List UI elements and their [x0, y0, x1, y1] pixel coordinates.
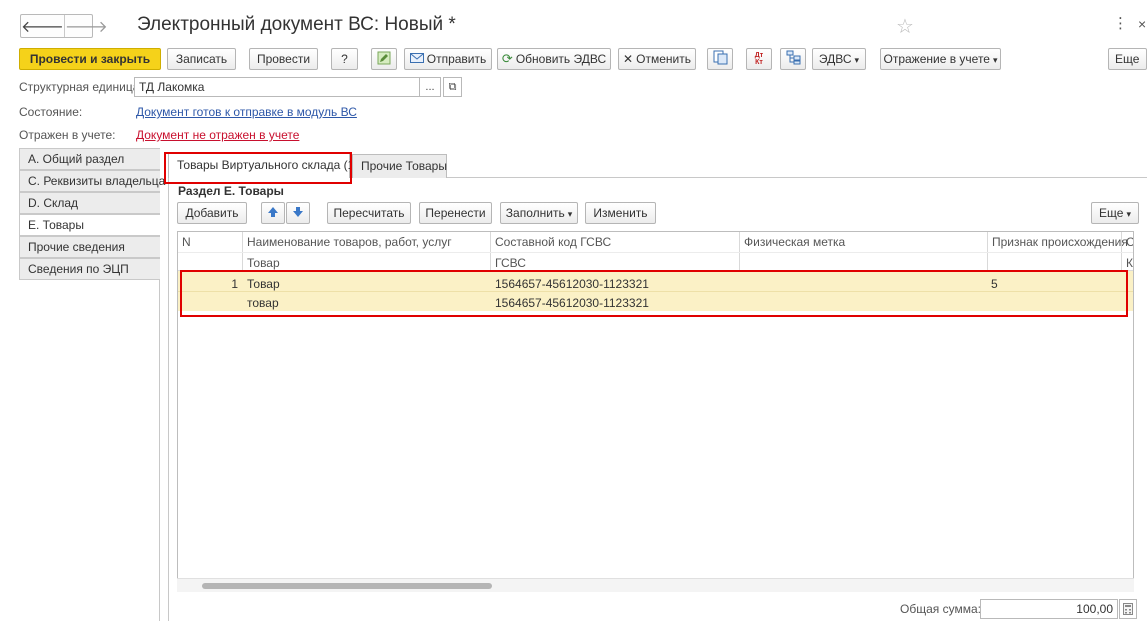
- arrow-down-icon: [292, 206, 304, 221]
- document-copy-button[interactable]: [707, 48, 733, 70]
- send-button[interactable]: Отправить: [404, 48, 492, 70]
- scrollbar-thumb[interactable]: [202, 583, 492, 589]
- select-ellipsis-button[interactable]: ...: [419, 77, 441, 97]
- structure-button[interactable]: [780, 48, 806, 70]
- close-icon[interactable]: ×: [1138, 16, 1146, 32]
- accounting-label: Отражен в учете:: [19, 128, 116, 142]
- edvs-dropdown[interactable]: ЭДВС: [812, 48, 866, 70]
- send-label: Отправить: [426, 52, 487, 66]
- post-button[interactable]: Провести: [249, 48, 318, 70]
- cancel-button[interactable]: ✕ Отменить: [618, 48, 696, 70]
- header-extra[interactable]: Ст: [1122, 232, 1133, 252]
- favorite-star-icon[interactable]: ☆: [896, 14, 914, 39]
- col-divider: [242, 232, 243, 270]
- more-button[interactable]: Еще: [1108, 48, 1147, 70]
- envelope-icon: [409, 52, 424, 67]
- col-divider: [739, 232, 740, 270]
- move-down-button[interactable]: [286, 202, 310, 224]
- refresh-icon: ⟳: [501, 51, 513, 66]
- post-and-close-button[interactable]: Провести и закрыть: [19, 48, 161, 70]
- refresh-edvs-button[interactable]: ⟳ Обновить ЭДВС: [497, 48, 611, 70]
- total-label: Общая сумма:: [900, 602, 981, 616]
- header-mid-divider: [178, 252, 1133, 253]
- arrow-up-icon: [267, 206, 279, 221]
- fill-label: Заполнить: [506, 206, 572, 220]
- sections-nav: А. Общий раздел С. Реквизиты владельца D…: [19, 148, 165, 621]
- horizontal-scrollbar[interactable]: [177, 578, 1134, 592]
- back-arrow-icon[interactable]: 🡐: [21, 15, 64, 37]
- fill-dropdown[interactable]: Заполнить: [500, 202, 578, 224]
- tab-other-goods[interactable]: Прочие Товары: [352, 154, 447, 178]
- transfer-button[interactable]: Перенести: [419, 202, 492, 224]
- structure-icon: [786, 50, 801, 68]
- state-label: Состояние:: [19, 105, 83, 119]
- row-highlight-frame: [180, 270, 1128, 317]
- dtkt-icon: Дт Кт: [754, 52, 764, 66]
- section-goods[interactable]: Е. Товары: [19, 214, 160, 236]
- recalculate-button[interactable]: Пересчитать: [327, 202, 411, 224]
- state-link[interactable]: Документ готов к отправке в модуль ВС: [136, 105, 357, 119]
- move-up-button[interactable]: [261, 202, 285, 224]
- section-general[interactable]: А. Общий раздел: [19, 148, 160, 170]
- header-mark[interactable]: Физическая метка: [740, 232, 849, 252]
- section-owner-details[interactable]: С. Реквизиты владельца: [19, 170, 165, 192]
- header-origin[interactable]: Признак происхождения: [988, 232, 1132, 252]
- col-divider: [490, 232, 491, 270]
- cross-icon: ✕: [623, 52, 634, 66]
- header-n[interactable]: N: [178, 232, 195, 252]
- col-divider: [987, 232, 988, 270]
- total-field: 100,00: [980, 599, 1118, 619]
- section-warehouse[interactable]: D. Склад: [19, 192, 160, 214]
- edit-pencil-button[interactable]: [371, 48, 397, 70]
- panel-more-dropdown[interactable]: Еще: [1091, 202, 1139, 224]
- section-signature-info[interactable]: Сведения по ЭЦП: [19, 258, 160, 280]
- window-title: Электронный документ ВС: Новый *: [137, 14, 456, 35]
- header-name[interactable]: Наименование товаров, работ, услуг: [243, 232, 456, 252]
- documents-icon: [713, 50, 728, 68]
- accounting-reflection-label: Отражение в учете: [883, 52, 997, 66]
- change-button[interactable]: Изменить: [585, 202, 656, 224]
- accounting-reflection-dropdown[interactable]: Отражение в учете: [880, 48, 1001, 70]
- struct-unit-label: Структурная единица:: [19, 80, 143, 94]
- calculator-icon[interactable]: [1119, 599, 1137, 619]
- section-title: Раздел Е. Товары: [178, 184, 284, 198]
- cancel-label: Отменить: [636, 52, 691, 66]
- panel-more-label: Еще: [1099, 206, 1131, 220]
- navigation-buttons: 🡐 🡒: [20, 14, 108, 38]
- accounting-link[interactable]: Документ не отражен в учете: [136, 128, 299, 142]
- pencil-icon: [377, 51, 391, 68]
- refresh-edvs-label: Обновить ЭДВС: [515, 52, 607, 66]
- struct-unit-field[interactable]: ТД Лакомка: [134, 77, 420, 97]
- help-button[interactable]: ?: [331, 48, 358, 70]
- section-other-info[interactable]: Прочие сведения: [19, 236, 160, 258]
- edvs-label: ЭДВС: [819, 52, 859, 66]
- col-divider: [1121, 232, 1122, 270]
- save-button[interactable]: Записать: [167, 48, 236, 70]
- more-label: Еще: [1115, 52, 1140, 66]
- tab-highlight-frame: [164, 152, 352, 184]
- add-button[interactable]: Добавить: [177, 202, 247, 224]
- window-menu-icon[interactable]: ⋮: [1113, 14, 1128, 32]
- header-code[interactable]: Составной код ГСВС: [491, 232, 615, 252]
- forward-arrow-icon[interactable]: 🡒: [63, 15, 108, 37]
- dtkt-button[interactable]: Дт Кт: [746, 48, 772, 70]
- open-icon[interactable]: ⧉: [443, 77, 462, 97]
